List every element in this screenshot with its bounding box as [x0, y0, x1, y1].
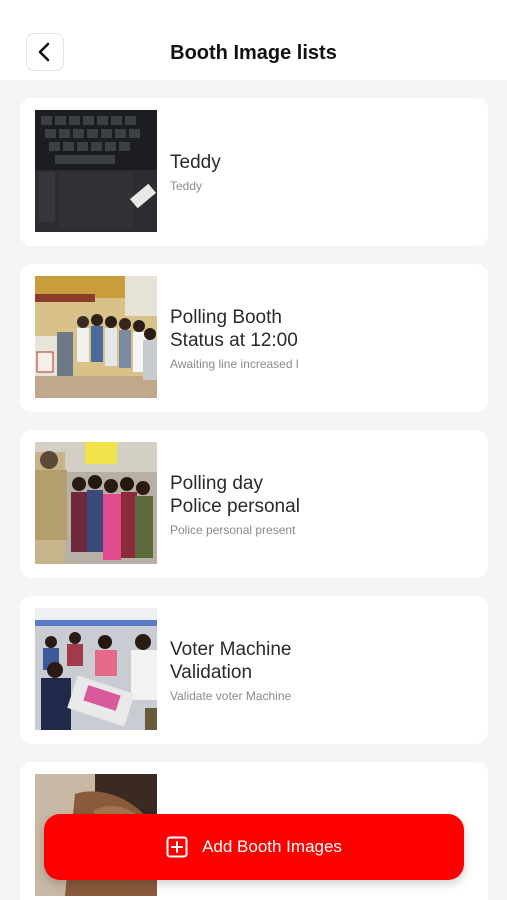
- add-booth-images-button[interactable]: Add Booth Images: [44, 814, 464, 880]
- booth-card[interactable]: Polling Booth Status at 12:00 Awaiting l…: [20, 264, 488, 412]
- laptop-keyboard-photo: [35, 110, 157, 232]
- booth-image-list: Teddy Teddy Polling Booth Status at 12:0…: [20, 98, 488, 900]
- booth-card-text: Polling Booth Status at 12:00 Awaiting l…: [170, 264, 470, 412]
- booth-card[interactable]: Polling day Police personal Police perso…: [20, 430, 488, 578]
- booth-title: Polling Booth Status at 12:00: [170, 306, 298, 351]
- queue-at-booth-photo: [35, 276, 157, 398]
- booth-subtitle: Validate voter Machine: [170, 688, 292, 703]
- page-title: Booth Image lists: [170, 42, 337, 64]
- booth-subtitle: Teddy: [170, 179, 203, 193]
- booth-card-text: Teddy Teddy: [170, 98, 470, 246]
- plus-square-icon: [166, 836, 188, 858]
- booth-title: Teddy: [170, 152, 221, 173]
- booth-card-text: Polling day Police personal Police perso…: [170, 430, 470, 578]
- header-bar: Booth Image lists: [0, 0, 507, 80]
- booth-title: Polling day Police personal: [170, 472, 300, 517]
- booth-card[interactable]: Teddy Teddy: [20, 98, 488, 246]
- add-booth-images-label: Add Booth Images: [202, 837, 342, 856]
- booth-title: Voter Machine Validation: [170, 638, 292, 683]
- booth-card-text: Voter Machine Validation Validate voter …: [170, 596, 470, 744]
- booth-subtitle: Awaiting line increased l: [170, 356, 299, 371]
- police-and-voters-photo: [35, 442, 157, 564]
- voting-machine-check-photo: [35, 608, 157, 730]
- booth-card[interactable]: Voter Machine Validation Validate voter …: [20, 596, 488, 744]
- booth-subtitle: Police personal present: [170, 522, 296, 537]
